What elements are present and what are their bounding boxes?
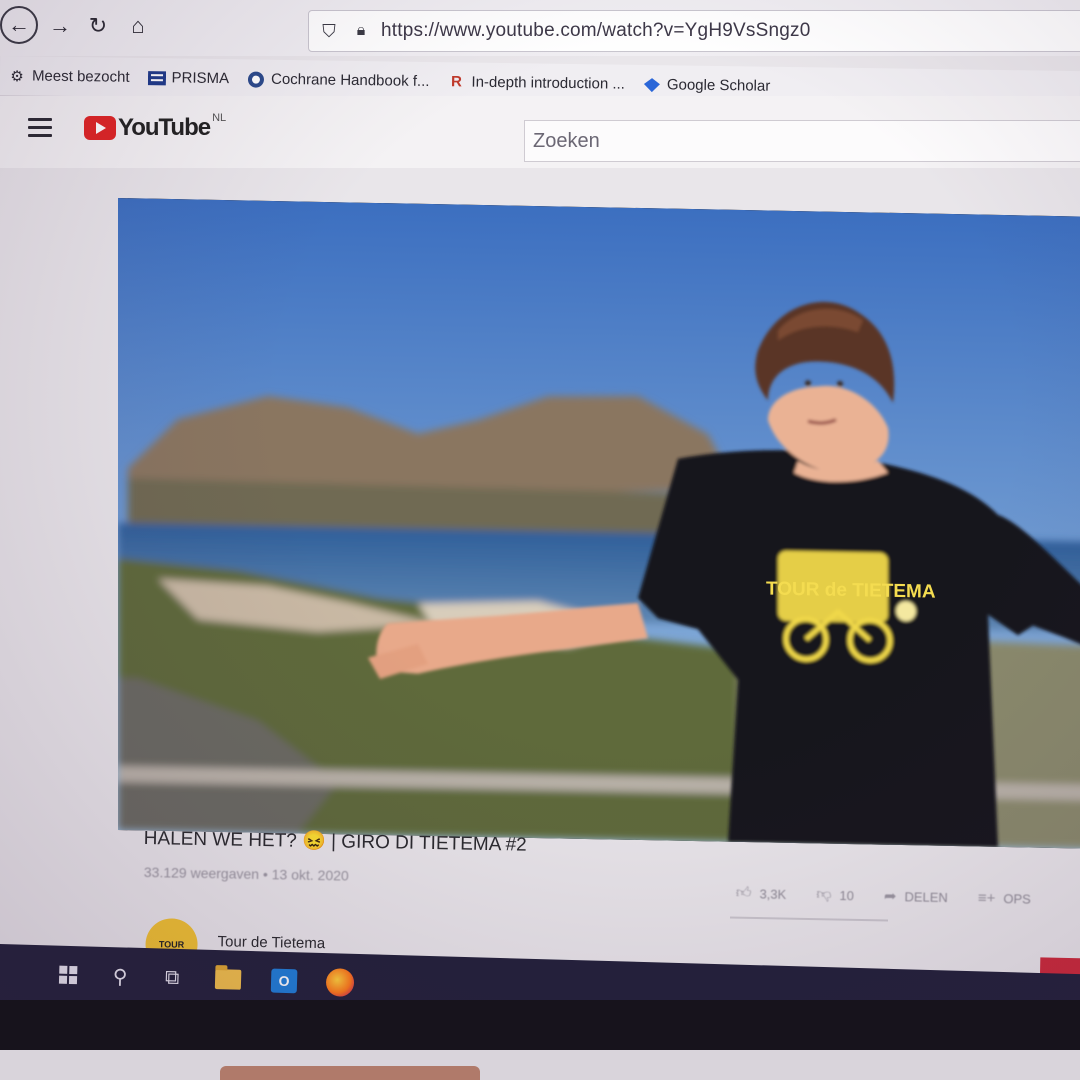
- desk-surface: [0, 1050, 1080, 1080]
- r-logo-icon: R: [450, 73, 463, 91]
- outlook-icon[interactable]: O: [267, 963, 302, 998]
- back-arrow-icon[interactable]: ←: [0, 6, 38, 44]
- bookmark-label: Cochrane Handbook f...: [270, 70, 430, 90]
- file-explorer-icon[interactable]: [211, 962, 246, 997]
- menu-icon[interactable]: [28, 118, 52, 137]
- forward-arrow-icon[interactable]: →: [42, 8, 78, 44]
- windows-taskbar: ⚲ ⧉ O: [0, 944, 1080, 1000]
- prisma-logo-icon: [147, 69, 166, 87]
- view-count: 33.129 weergaven: [143, 864, 260, 883]
- thumbs-up-icon: 👍︎: [735, 884, 752, 902]
- cochrane-icon: [247, 70, 265, 88]
- tracking-shield-icon[interactable]: ⛉: [319, 20, 339, 42]
- browser-toolbar: ← → ↻ ⌂ ⛉ 🔒︎ https://www.youtube.com/wat…: [0, 0, 1080, 56]
- bookmark-prisma[interactable]: PRISMA: [147, 69, 229, 88]
- windows-start-icon[interactable]: [51, 957, 86, 992]
- home-icon[interactable]: ⌂: [120, 8, 156, 44]
- video-frame: TOUR de TIETEMA: [118, 198, 1080, 850]
- video-player[interactable]: TOUR de TIETEMA: [118, 198, 1080, 850]
- search-icon[interactable]: ⚲: [103, 959, 138, 994]
- url-text[interactable]: https://www.youtube.com/watch?v=YgH9VsSn…: [381, 20, 810, 42]
- share-arrow-icon: ➦: [883, 887, 897, 906]
- bookmark-in-depth[interactable]: R In-depth introduction ...: [447, 73, 625, 93]
- save-button[interactable]: ≡+ OPS: [978, 889, 1031, 908]
- scholar-icon: [643, 75, 661, 93]
- dislike-button[interactable]: 👎︎ 10: [816, 886, 854, 905]
- youtube-header: YouTube NL Zoeken: [0, 96, 1080, 168]
- gear-icon: ⚙: [10, 67, 24, 85]
- youtube-wordmark: YouTube: [118, 114, 211, 141]
- bookmark-label: Meest bezocht: [31, 67, 130, 86]
- shirt-logo-text: TOUR de TIETEMA: [766, 578, 936, 602]
- share-label: DELEN: [904, 888, 949, 905]
- monitor-screen: ← → ↻ ⌂ ⛉ 🔒︎ https://www.youtube.com/wat…: [0, 0, 1080, 1000]
- desk-object: [220, 1066, 480, 1080]
- dislike-count: 10: [839, 887, 855, 903]
- bookmark-google-scholar[interactable]: Google Scholar: [643, 75, 771, 95]
- like-ratio-bar: [729, 916, 889, 922]
- thumbs-down-icon: 👎︎: [816, 885, 832, 903]
- share-button[interactable]: ➦ DELEN: [884, 887, 948, 906]
- like-button[interactable]: 👍︎ 3,3K: [736, 884, 787, 903]
- like-count: 3,3K: [759, 885, 787, 902]
- channel-name[interactable]: Tour de Tietema: [217, 933, 325, 952]
- upload-date: 13 okt. 2020: [271, 866, 349, 884]
- bookmark-label: In-depth introduction ...: [471, 73, 626, 93]
- region-code: NL: [212, 112, 227, 124]
- bookmark-cochrane[interactable]: Cochrane Handbook f...: [247, 70, 430, 91]
- youtube-play-icon: [84, 116, 116, 140]
- reload-icon[interactable]: ↻: [80, 8, 116, 44]
- bookmark-label: Google Scholar: [666, 76, 771, 95]
- search-input[interactable]: Zoeken: [524, 120, 1080, 162]
- url-bar[interactable]: ⛉ 🔒︎ https://www.youtube.com/watch?v=YgH…: [308, 10, 1080, 52]
- youtube-logo[interactable]: YouTube NL: [84, 112, 227, 142]
- bookmark-label: PRISMA: [171, 69, 230, 88]
- save-label: OPS: [1003, 890, 1031, 907]
- video-actions: 👍︎ 3,3K 👎︎ 10 ➦ DELEN ≡+ OPS: [736, 884, 1031, 908]
- video-meta: 33.129 weergaven • 13 okt. 2020: [144, 864, 349, 884]
- playlist-add-icon: ≡+: [977, 889, 996, 907]
- task-view-icon[interactable]: ⧉: [155, 960, 190, 995]
- meta-separator: •: [262, 866, 268, 883]
- lock-icon[interactable]: 🔒︎: [353, 21, 369, 41]
- bookmark-meest-bezocht[interactable]: ⚙ Meest bezocht: [8, 67, 130, 87]
- firefox-icon[interactable]: [323, 965, 358, 1000]
- search-placeholder: Zoeken: [533, 129, 600, 152]
